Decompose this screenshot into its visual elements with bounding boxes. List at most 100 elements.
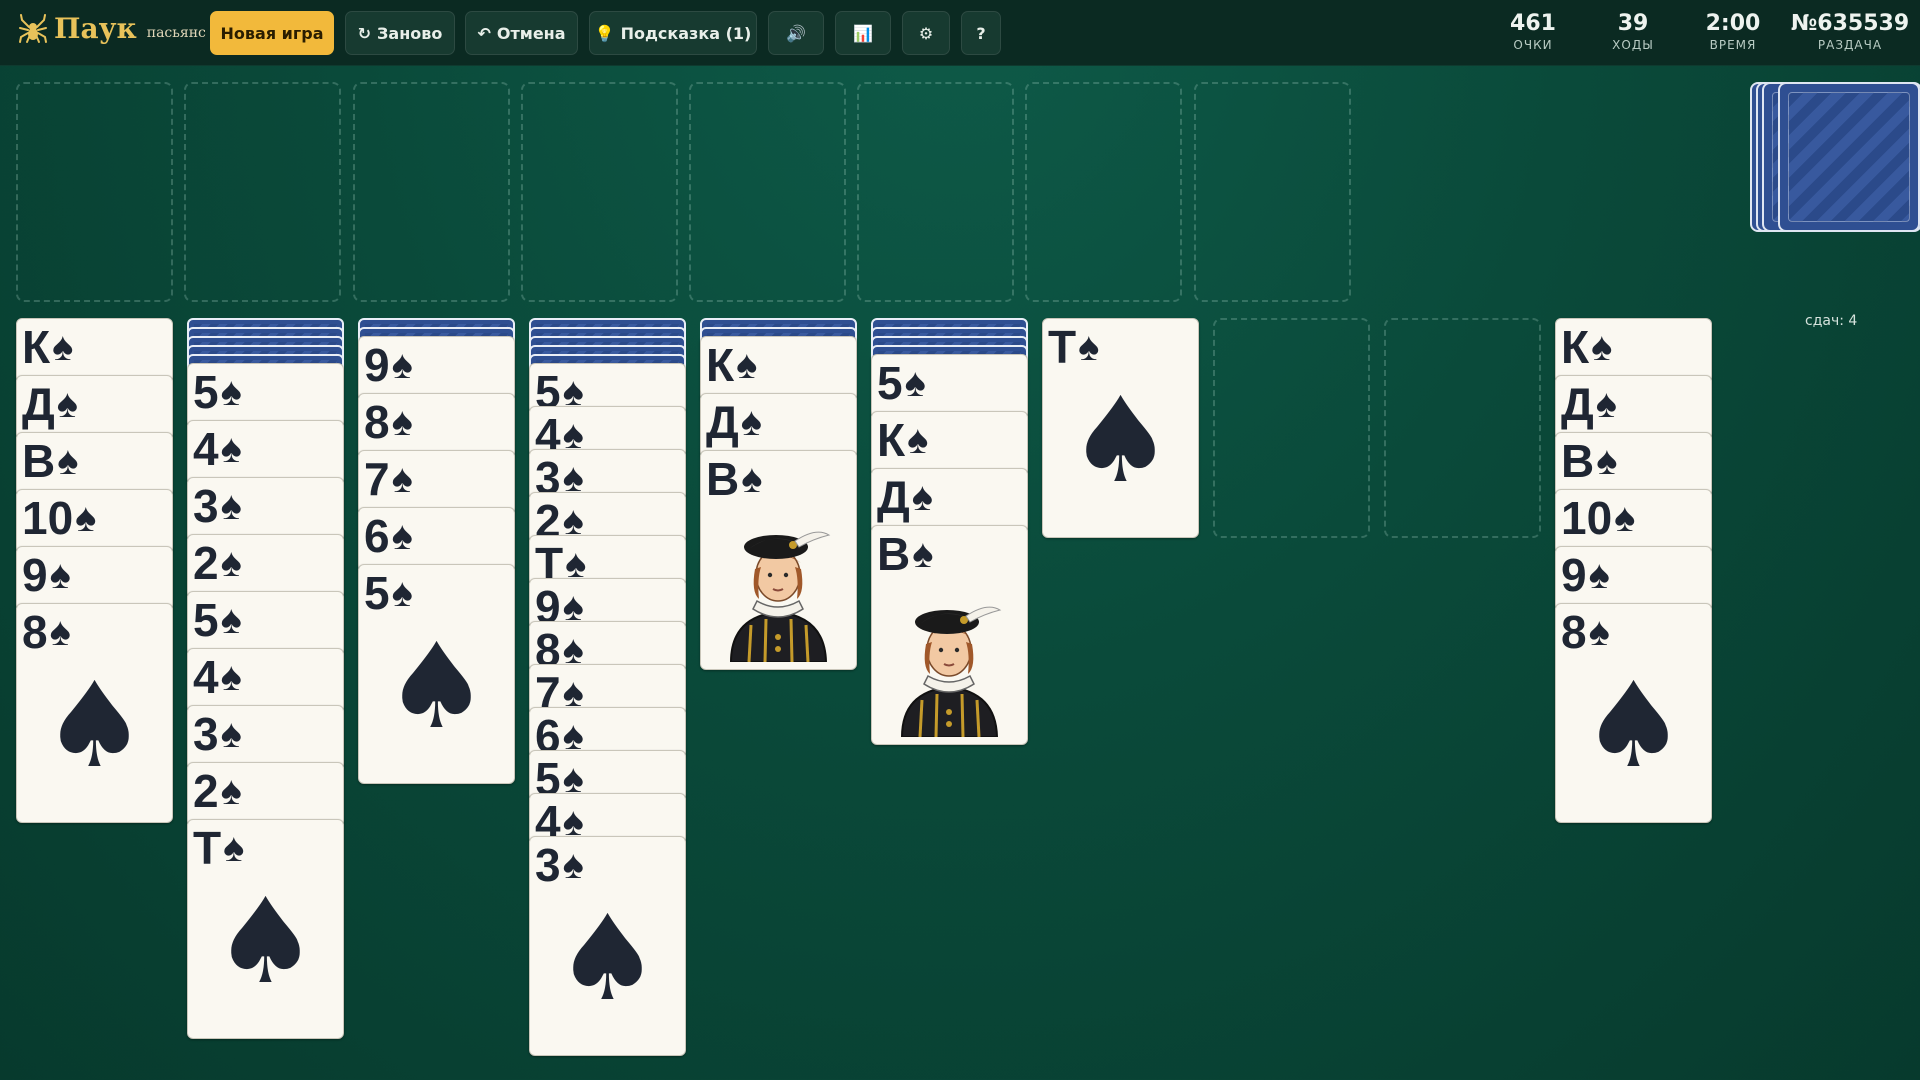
- spade-icon: ♠: [1614, 496, 1636, 540]
- playing-card[interactable]: 10 ♠: [16, 489, 173, 554]
- playing-card[interactable]: Т ♠ ♠: [1042, 318, 1199, 538]
- question-icon: ?: [976, 23, 986, 43]
- card-rank: 2 ♠: [193, 537, 242, 589]
- empty-column-slot[interactable]: [1384, 318, 1541, 538]
- card-rank: 5 ♠: [193, 594, 242, 646]
- playing-card[interactable]: 7 ♠: [358, 450, 515, 515]
- spade-icon: ♠: [562, 843, 584, 887]
- foundation-slot: [184, 82, 341, 302]
- large-spade-icon: ♠: [1067, 371, 1174, 509]
- spade-icon: ♠: [57, 439, 79, 483]
- playing-card[interactable]: 3 ♠ ♠: [529, 836, 686, 1056]
- card-rank: Д ♠: [877, 471, 934, 523]
- spade-icon: ♠: [391, 571, 413, 615]
- playing-card[interactable]: 5 ♠: [187, 591, 344, 656]
- playing-card[interactable]: В ♠: [1555, 432, 1712, 497]
- app-title: Паук: [54, 12, 137, 45]
- spade-icon: ♠: [75, 496, 97, 540]
- playing-card[interactable]: 5 ♠: [871, 354, 1028, 419]
- card-rank: К ♠: [22, 321, 74, 373]
- playing-card[interactable]: 9 ♠: [358, 336, 515, 401]
- spade-icon: ♠: [220, 484, 242, 528]
- stock-pile[interactable]: [1778, 82, 1920, 232]
- restart-button[interactable]: ↻ Заново: [345, 11, 455, 55]
- undo-icon: ↶: [477, 23, 491, 43]
- sound-button[interactable]: 🔊: [768, 11, 824, 55]
- playing-card[interactable]: Д ♠: [16, 375, 173, 440]
- deal-value: №635539: [1790, 11, 1910, 36]
- card-rank: К ♠: [877, 414, 929, 466]
- playing-card[interactable]: 4 ♠: [187, 420, 344, 485]
- card-rank: 9 ♠: [1561, 549, 1610, 601]
- playing-card[interactable]: 8 ♠: [358, 393, 515, 458]
- playing-card[interactable]: К ♠: [871, 411, 1028, 476]
- playing-card[interactable]: 5 ♠ ♠: [358, 564, 515, 784]
- playing-card[interactable]: К ♠: [16, 318, 173, 383]
- time-stat: 2:00 ВРЕМЯ: [1693, 10, 1773, 52]
- card-rank: В ♠: [877, 528, 934, 580]
- large-spade-icon: ♠: [41, 656, 148, 794]
- playing-card[interactable]: Д ♠: [1555, 375, 1712, 440]
- hint-label: Подсказка (1): [620, 23, 752, 43]
- playing-card[interactable]: В ♠: [16, 432, 173, 497]
- playing-card[interactable]: 6 ♠: [358, 507, 515, 572]
- moves-label: ХОДЫ: [1612, 38, 1654, 52]
- settings-button[interactable]: ⚙: [902, 11, 950, 55]
- card-rank: В ♠: [706, 453, 763, 505]
- foundation-slot: [1194, 82, 1351, 302]
- empty-column-slot[interactable]: [1213, 318, 1370, 538]
- playing-card[interactable]: 8 ♠ ♠: [16, 603, 173, 823]
- playing-card[interactable]: 5 ♠: [187, 363, 344, 428]
- jack-portrait-icon: [892, 592, 1007, 738]
- card-rank: К ♠: [1561, 321, 1613, 373]
- spade-icon: ♠: [56, 382, 79, 426]
- large-spade-icon: ♠: [1580, 656, 1687, 794]
- card-rank: 8 ♠: [364, 396, 413, 448]
- speaker-icon: 🔊: [786, 23, 806, 43]
- deal-stat: №635539 РАЗДАЧА: [1790, 10, 1910, 52]
- deals-remaining: сдач: 4: [1805, 313, 1858, 329]
- foundation-slot: [16, 82, 173, 302]
- card-rank: 9 ♠: [22, 549, 71, 601]
- spade-icon: ♠: [220, 427, 242, 471]
- playing-card[interactable]: 2 ♠: [187, 534, 344, 599]
- stats-button[interactable]: 📊: [835, 11, 891, 55]
- card-rank: К ♠: [706, 339, 758, 391]
- score-label: ОЧКИ: [1513, 38, 1553, 52]
- spade-icon: ♠: [49, 553, 71, 597]
- card-rank: 8 ♠: [22, 606, 71, 658]
- playing-card[interactable]: 9 ♠: [1555, 546, 1712, 611]
- spade-icon: ♠: [391, 343, 413, 387]
- spade-icon: ♠: [741, 457, 763, 501]
- card-rank: 2 ♠: [193, 765, 242, 817]
- playing-card[interactable]: 8 ♠ ♠: [1555, 603, 1712, 823]
- card-rank: Д ♠: [22, 378, 79, 430]
- spade-icon: ♠: [220, 370, 242, 414]
- playing-card[interactable]: В ♠: [871, 525, 1028, 745]
- playing-card[interactable]: 4 ♠: [187, 648, 344, 713]
- undo-button[interactable]: ↶ Отмена: [465, 11, 578, 55]
- top-bar: Паук пасьянс Новая игра ↻ Заново ↶ Отмен…: [0, 0, 1920, 66]
- spade-icon: ♠: [223, 826, 245, 870]
- spade-icon: ♠: [736, 343, 758, 387]
- playing-card[interactable]: 3 ♠: [187, 477, 344, 542]
- playing-card[interactable]: Д ♠: [871, 468, 1028, 533]
- playing-card[interactable]: В ♠: [700, 450, 857, 670]
- playing-card[interactable]: Т ♠ ♠: [187, 819, 344, 1039]
- score-value: 461: [1510, 11, 1556, 36]
- foundation-slot: [1025, 82, 1182, 302]
- new-game-button[interactable]: Новая игра: [210, 11, 334, 55]
- playing-card[interactable]: Д ♠: [700, 393, 857, 458]
- playing-card[interactable]: 2 ♠: [187, 762, 344, 827]
- playing-card[interactable]: 3 ♠: [187, 705, 344, 770]
- help-button[interactable]: ?: [961, 11, 1001, 55]
- hint-button[interactable]: 💡 Подсказка (1): [589, 11, 757, 55]
- foundation-slot: [353, 82, 510, 302]
- card-rank: В ♠: [1561, 435, 1618, 487]
- card-rank: 4 ♠: [193, 651, 242, 703]
- playing-card[interactable]: К ♠: [1555, 318, 1712, 383]
- gear-icon: ⚙: [918, 23, 934, 43]
- playing-card[interactable]: К ♠: [700, 336, 857, 401]
- playing-card[interactable]: 10 ♠: [1555, 489, 1712, 554]
- playing-card[interactable]: 9 ♠: [16, 546, 173, 611]
